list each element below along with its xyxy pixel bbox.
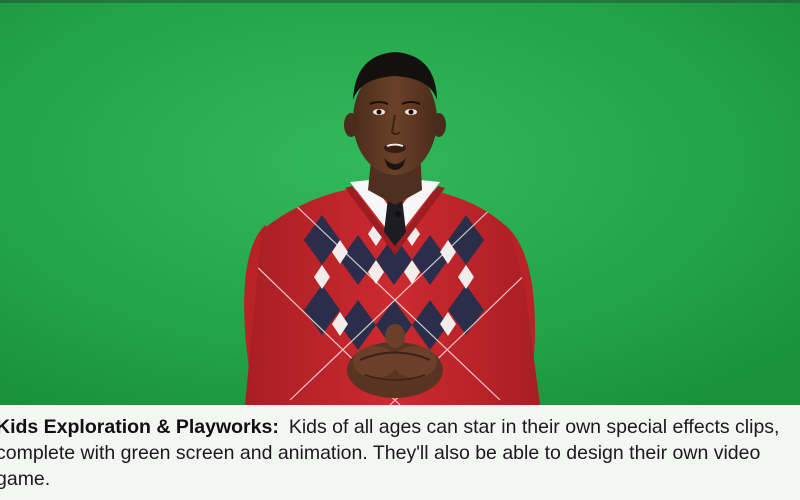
caption-panel: Kids Exploration & Playworks: Kids of all…: [0, 405, 800, 500]
microphone-icon: [395, 211, 401, 217]
caption-text: Kids Exploration & Playworks: Kids of all…: [0, 414, 800, 492]
caption-title: Kids Exploration & Playworks:: [0, 416, 279, 438]
video-scene: [0, 0, 800, 405]
presenter-photo: [0, 0, 800, 405]
video-frame: Kids Exploration & Playworks: Kids of all…: [0, 0, 800, 500]
